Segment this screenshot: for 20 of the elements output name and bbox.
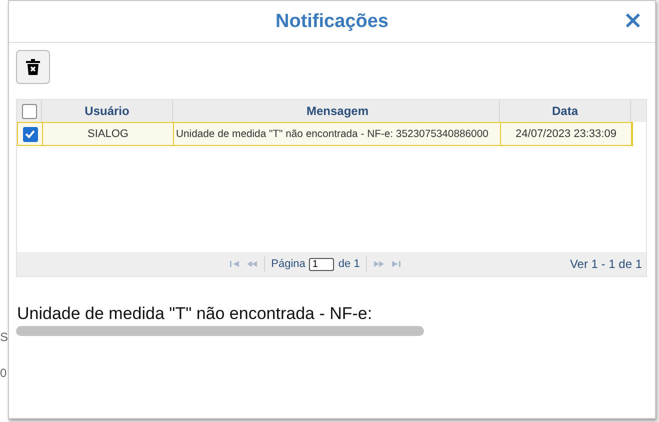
page-count: de 1 xyxy=(338,258,360,270)
next-page-icon[interactable] xyxy=(372,260,385,268)
dialog-title: Notificações xyxy=(276,10,388,32)
previous-page-icon[interactable] xyxy=(246,260,258,268)
message-detail: Unidade de medida "T" não encontrada - NF-e: xyxy=(17,304,374,324)
delete-button[interactable] xyxy=(16,50,50,84)
table-cell: 24/07/2023 23:33:09 xyxy=(501,123,632,145)
record-count: Ver 1 - 1 de 1 xyxy=(570,257,642,271)
page-input[interactable]: 1 xyxy=(309,258,334,270)
table-cell: SIALOG xyxy=(43,123,174,145)
first-page-icon[interactable] xyxy=(230,260,240,268)
background-text: S xyxy=(0,330,8,344)
table-cell: Unidade de medida "T" não encontrada - NF-e: 3523075340886000 xyxy=(174,123,501,145)
trash-icon xyxy=(26,59,40,75)
select-all-checkbox[interactable] xyxy=(22,104,36,118)
row-checkbox[interactable] xyxy=(22,126,38,142)
close-button[interactable]: × xyxy=(620,8,645,32)
page-label: Página xyxy=(271,258,306,270)
background-text: 0 xyxy=(0,366,7,380)
last-page-icon[interactable] xyxy=(390,260,401,268)
